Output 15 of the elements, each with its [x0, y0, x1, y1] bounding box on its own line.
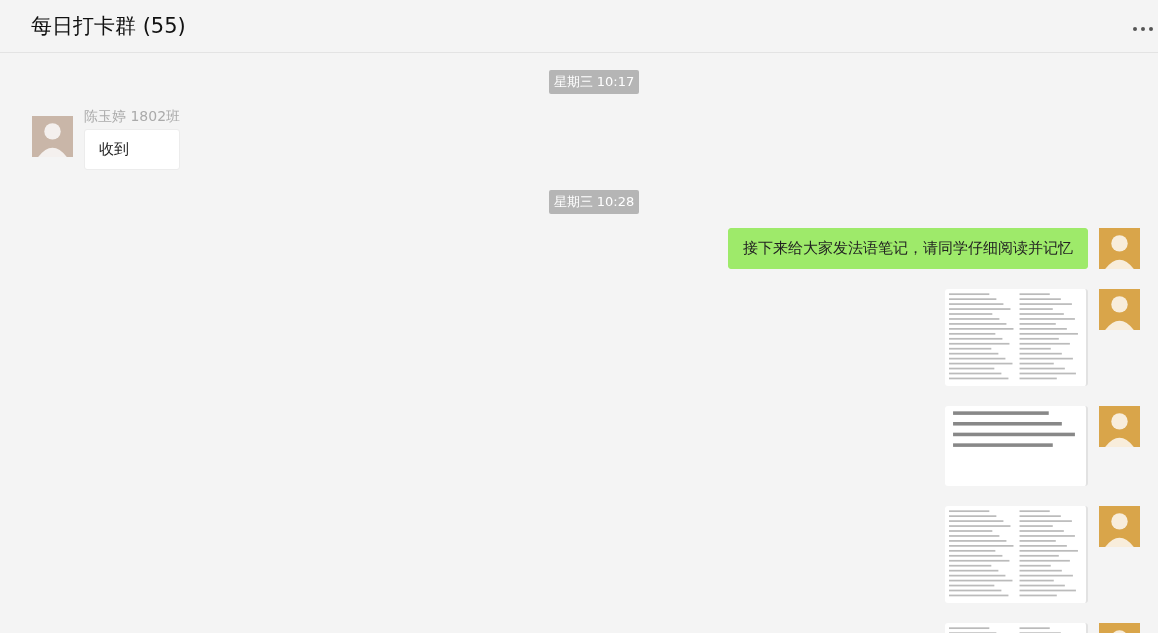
- avatar-icon[interactable]: [1099, 506, 1140, 547]
- message-bubble: 接下来给大家发法语笔记，请同学仔细阅读并记忆: [728, 228, 1088, 269]
- avatar-icon[interactable]: [1099, 228, 1140, 269]
- avatar-icon[interactable]: [32, 116, 73, 157]
- document-image[interactable]: [945, 289, 1088, 386]
- avatar-icon[interactable]: [1099, 289, 1140, 330]
- timestamp: 星期三 10:17: [548, 70, 640, 94]
- chat-title: 每日打卡群 (55): [31, 13, 186, 40]
- more-icon[interactable]: [1132, 26, 1154, 32]
- document-image[interactable]: [945, 506, 1088, 603]
- document-image[interactable]: [945, 406, 1088, 486]
- avatar-icon[interactable]: [1099, 406, 1140, 447]
- message-bubble: 收到: [84, 129, 181, 170]
- sender-name: 陈玉婷 1802班: [84, 108, 181, 126]
- timestamp: 星期三 10:28: [548, 190, 640, 214]
